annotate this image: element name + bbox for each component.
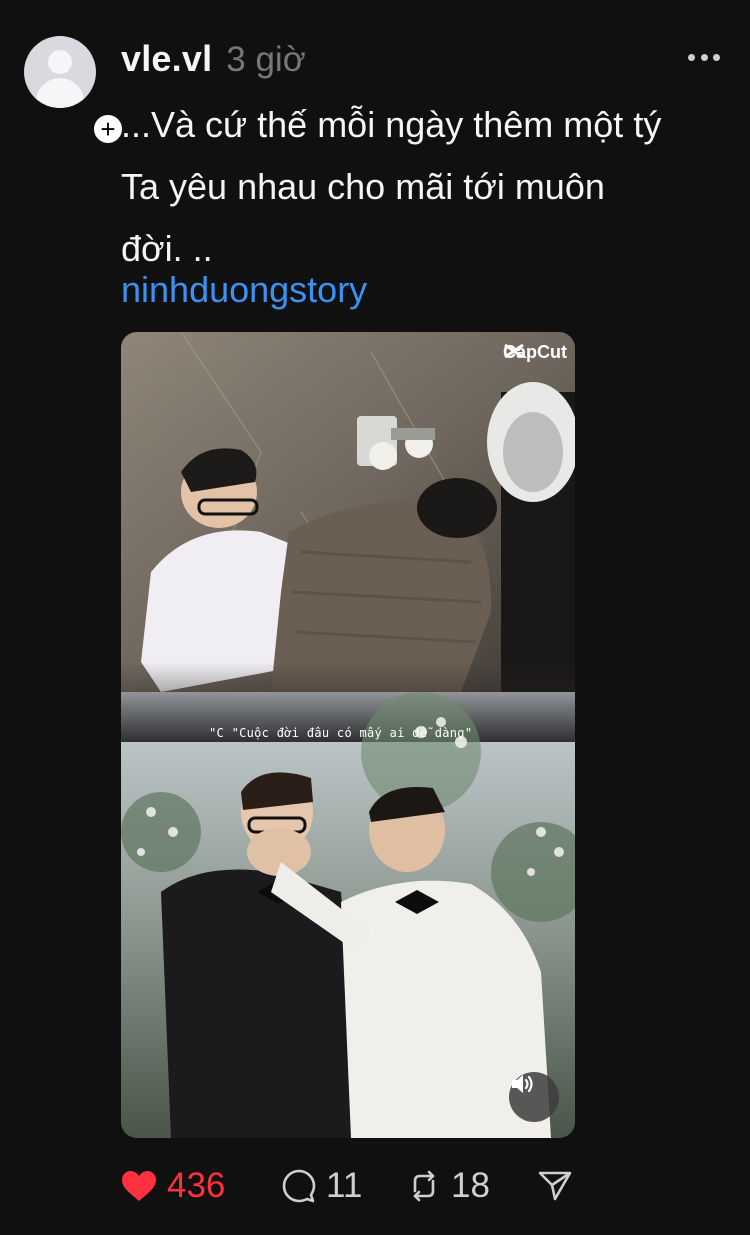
like-button[interactable]: 436 xyxy=(121,1160,225,1212)
send-icon xyxy=(538,1171,572,1201)
thread-post: + vle.vl 3 giờ ...Và cứ thế mỗi ngày thê… xyxy=(0,0,750,1235)
post-caption: ...Và cứ thế mỗi ngày thêm một tý Ta yêu… xyxy=(121,94,731,280)
capcut-watermark: CapCut xyxy=(503,342,567,363)
avatar[interactable]: + xyxy=(24,36,126,147)
volume-icon xyxy=(512,1075,533,1093)
comment-icon xyxy=(282,1169,316,1203)
post-header: vle.vl 3 giờ xyxy=(121,38,306,80)
action-bar: 436 11 18 xyxy=(121,1160,581,1212)
post-video[interactable]: CapCut "C "Cuộc đời đâu có mấy ai dễ dàn… xyxy=(121,332,575,1138)
like-count: 436 xyxy=(167,1166,226,1205)
default-avatar-icon xyxy=(24,36,96,108)
username[interactable]: vle.vl xyxy=(121,38,212,80)
video-overlay-text: "C "Cuộc đời đâu có mấy ai dễ dàng" xyxy=(209,726,473,740)
capcut-icon xyxy=(504,343,524,359)
more-options-icon[interactable] xyxy=(688,52,720,62)
volume-button[interactable] xyxy=(509,1072,559,1122)
repost-icon xyxy=(413,1170,435,1202)
caption-line: ...Và cứ thế mỗi ngày thêm một tý xyxy=(121,104,662,145)
repost-count: 18 xyxy=(451,1166,490,1205)
repost-button[interactable]: 18 xyxy=(407,1160,490,1212)
caption-line: Ta yêu nhau cho mãi tới muôn xyxy=(121,166,605,207)
heart-icon xyxy=(122,1171,156,1201)
comment-button[interactable]: 11 xyxy=(282,1160,362,1212)
timestamp: 3 giờ xyxy=(226,40,306,79)
share-button[interactable] xyxy=(538,1160,572,1212)
comment-count: 11 xyxy=(326,1166,363,1205)
topic-tag-link[interactable]: ninhduongstory xyxy=(121,261,367,319)
